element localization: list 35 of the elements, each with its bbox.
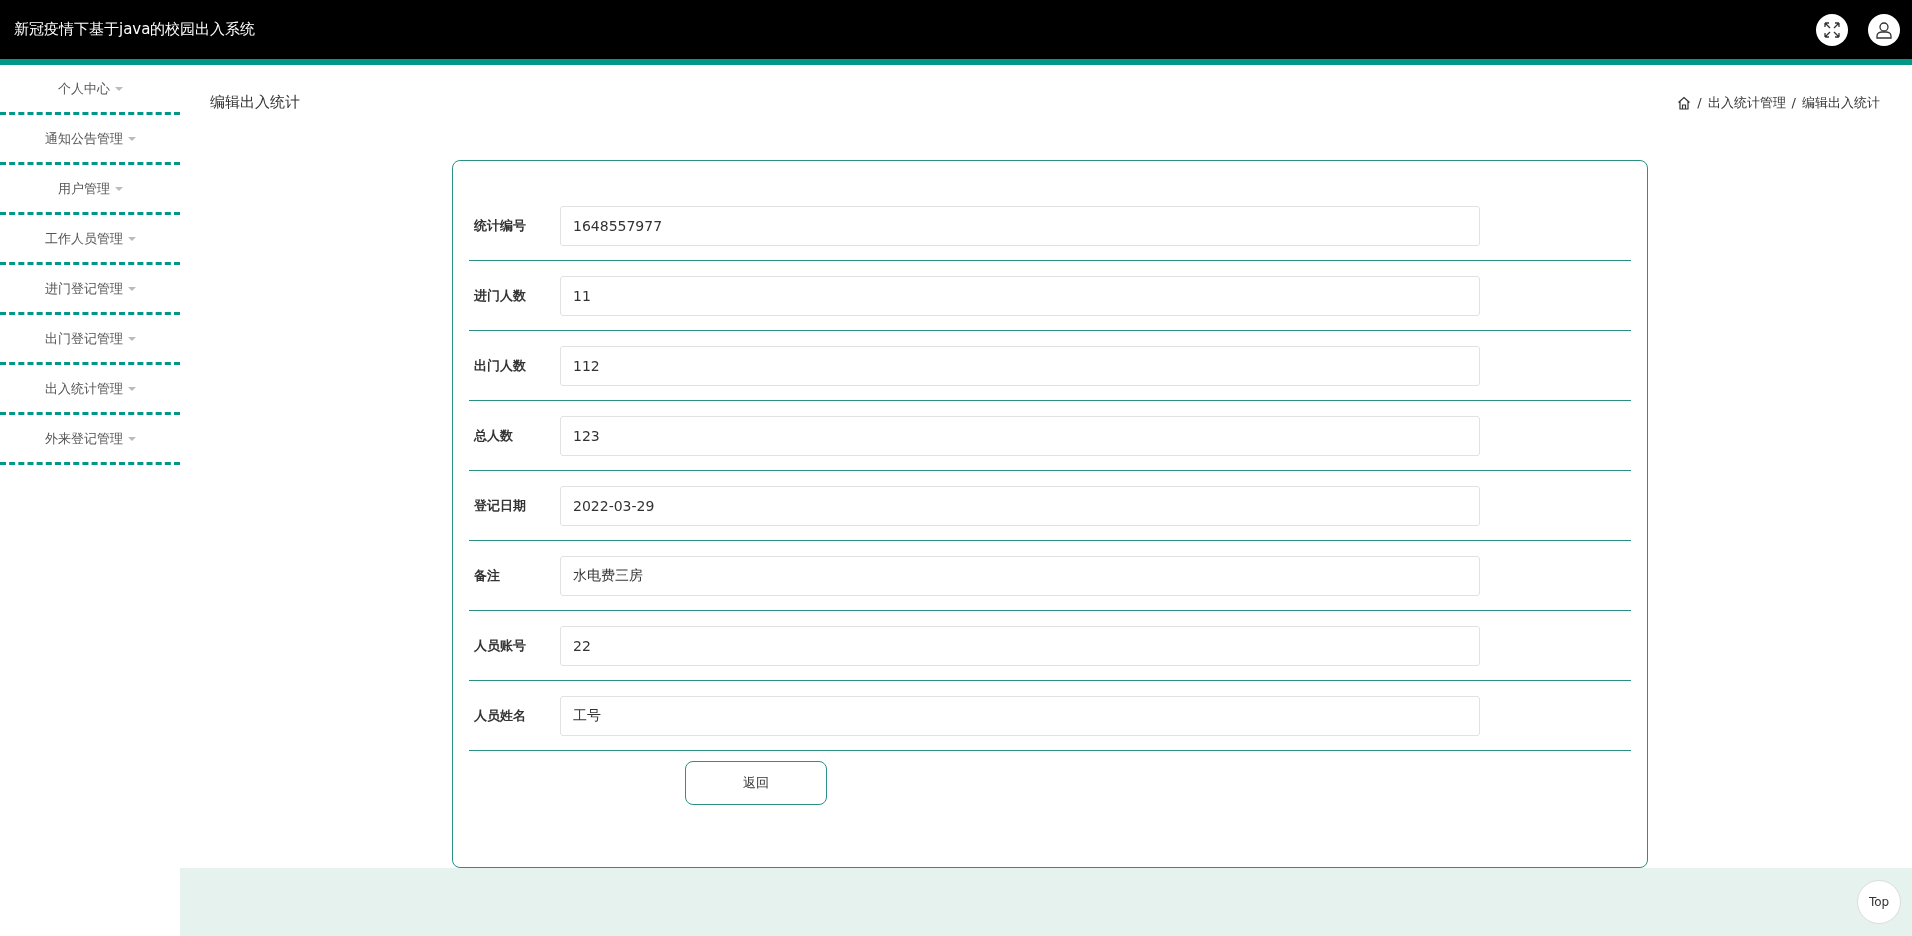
back-to-top-button[interactable]: Top	[1857, 880, 1901, 924]
breadcrumb-separator: /	[1697, 95, 1702, 110]
input-field[interactable]: 22	[560, 625, 1480, 666]
sidebar-item[interactable]: 工作人员管理	[0, 215, 180, 265]
field-label: 总人数	[472, 426, 514, 445]
input-field[interactable]: 112	[560, 345, 1480, 386]
app-title: 新冠疫情下基于java的校园出入系统	[14, 20, 256, 40]
home-icon[interactable]	[1677, 95, 1692, 110]
fullscreen-icon[interactable]	[1816, 13, 1848, 46]
sidebar-item[interactable]: 进门登记管理	[0, 265, 180, 315]
input-field[interactable]: 1648557977	[560, 205, 1480, 246]
user-icon[interactable]	[1868, 13, 1900, 46]
input-field[interactable]: 2022-03-29	[560, 485, 1480, 526]
sidebar-item[interactable]: 用户管理	[0, 165, 180, 215]
field-label: 人员姓名	[473, 706, 527, 725]
breadcrumb-separator: /	[1791, 95, 1796, 110]
input-field[interactable]: 工号	[560, 695, 1480, 736]
field-label: 备注	[473, 566, 501, 585]
field-label: 人员账号	[473, 636, 527, 655]
sidebar-item[interactable]: 外来登记管理	[0, 415, 180, 465]
breadcrumb-item[interactable]: 出入统计管理	[1707, 93, 1786, 112]
field-label: 出门人数	[473, 356, 527, 375]
back-button[interactable]: 返回	[685, 761, 827, 805]
sidebar-item[interactable]: 出入统计管理	[0, 365, 180, 415]
field-label: 统计编号	[473, 216, 527, 235]
sidebar-item[interactable]: 出门登记管理	[0, 315, 180, 365]
field-label: 登记日期	[473, 496, 527, 515]
sidebar-item[interactable]: 个人中心	[0, 65, 180, 115]
page-title: 编辑出入统计	[210, 93, 300, 112]
breadcrumb-item: 编辑出入统计	[1802, 93, 1880, 112]
input-field[interactable]: 123	[560, 415, 1480, 456]
field-label: 进门人数	[473, 286, 527, 305]
sidebar-item[interactable]: 通知公告管理	[0, 115, 180, 165]
input-field[interactable]: 水电费三房	[560, 555, 1480, 596]
input-field[interactable]: 11	[560, 275, 1480, 316]
